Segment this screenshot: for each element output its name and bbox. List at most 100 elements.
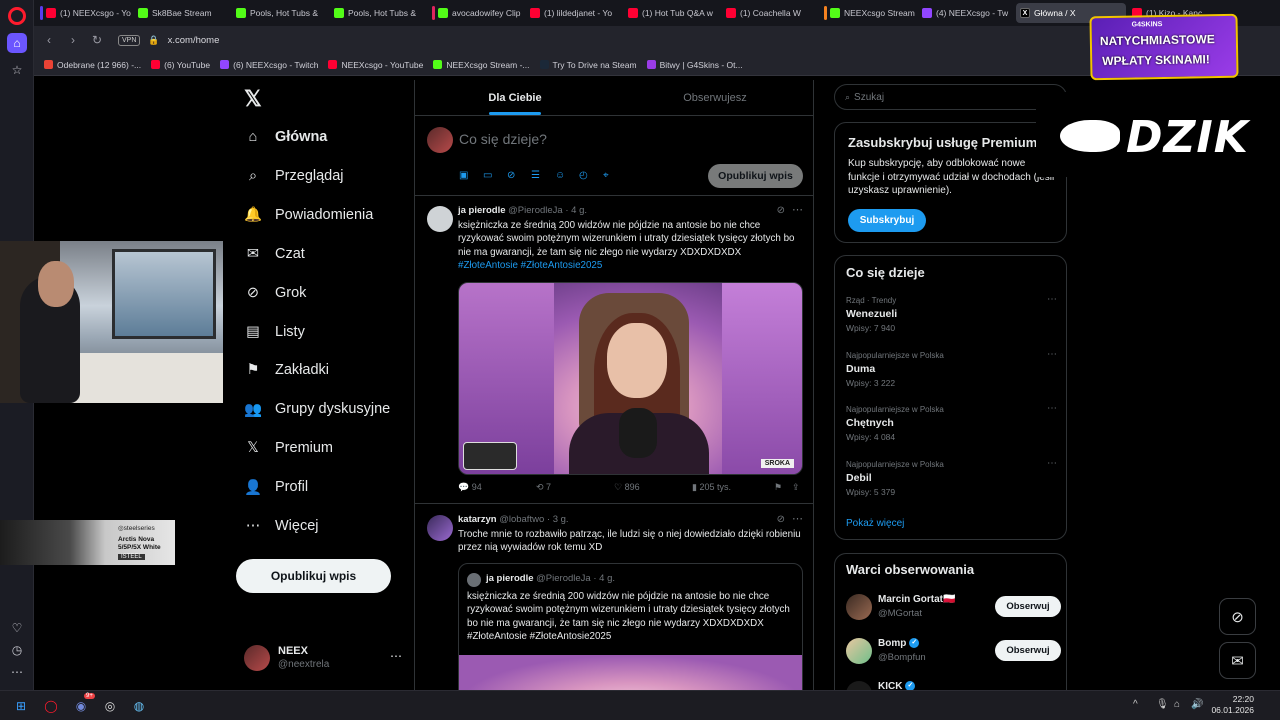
tweet-time[interactable]: 3 g.: [553, 514, 569, 525]
more-dots-icon[interactable]: ⋯: [1047, 294, 1057, 305]
composer-input[interactable]: Co się dzieje?: [459, 131, 547, 147]
heart-icon[interactable]: ♡: [7, 618, 27, 638]
more-dots-icon[interactable]: ⋯: [1047, 458, 1057, 469]
forward-icon[interactable]: ›: [64, 33, 82, 47]
messages-icon[interactable]: ✉: [1219, 642, 1256, 679]
browser-tab[interactable]: Pools, Hot Tubs &: [232, 3, 328, 23]
location-icon[interactable]: ⌖: [603, 170, 627, 181]
grok-icon[interactable]: ⊘: [1219, 598, 1256, 635]
more-dots-icon[interactable]: ⋯: [1047, 349, 1057, 360]
poll-icon[interactable]: ☰: [531, 170, 555, 181]
image-icon[interactable]: ▣: [459, 170, 483, 181]
more-icon[interactable]: ⋯: [7, 662, 27, 682]
nav-item-9[interactable]: 👤 Profil: [244, 475, 308, 499]
bookmark-icon[interactable]: ⚑: [774, 482, 792, 493]
tweet[interactable]: katarzyn @lobaftwo · 3 g. ⊘ ⋯ Troche mni…: [415, 505, 813, 690]
lock-icon[interactable]: 🔒: [148, 35, 159, 46]
account-switcher[interactable]: NEEX @neextrela ⋯: [244, 643, 404, 673]
browser-tab[interactable]: (1) NEEXcsgo - Yo: [36, 3, 132, 23]
schedule-icon[interactable]: ◴: [579, 170, 603, 181]
browser-tab[interactable]: NEEXcsgo Stream: [820, 3, 916, 23]
tweet-time[interactable]: 4 g.: [571, 205, 587, 216]
retweet-button[interactable]: ⟲ 7: [536, 482, 614, 493]
nav-item-5[interactable]: ▤ Listy: [244, 320, 305, 344]
quote-image[interactable]: [459, 655, 802, 690]
bookmark-item[interactable]: (6) YouTube: [151, 60, 210, 70]
bookmark-item[interactable]: NEEXcsgo Stream -...: [433, 60, 530, 70]
reload-icon[interactable]: ↻: [88, 33, 106, 47]
tab-for-you[interactable]: Dla Ciebie: [415, 80, 615, 115]
nav-item-0[interactable]: ⌂ Główna: [244, 125, 328, 149]
quoted-tweet[interactable]: ja pierodle @PierodleJa · 4 g. księżnicz…: [458, 563, 803, 690]
search-input[interactable]: ⌕ Szukaj: [834, 84, 1067, 110]
avatar[interactable]: [846, 594, 872, 620]
show-more-link[interactable]: Pokaż więcej: [846, 518, 904, 529]
browser-tab[interactable]: Pools, Hot Tubs &: [330, 3, 426, 23]
follow-button[interactable]: Obserwuj: [995, 596, 1061, 617]
follow-suggestion[interactable]: Bomp ✓ @Bompfun Obserwuj: [846, 636, 1061, 666]
grok-icon[interactable]: ⊘: [507, 170, 531, 181]
nav-item-6[interactable]: ⚑ Zakładki: [244, 358, 330, 382]
browser-tab[interactable]: (1) Hot Tub Q&A w: [624, 3, 720, 23]
clock[interactable]: 22:20 06.01.2026: [1211, 694, 1254, 716]
author-name[interactable]: ja pierodle: [458, 205, 506, 216]
tweet-image[interactable]: SROKA: [458, 282, 803, 475]
more-dots-icon[interactable]: ⋯: [792, 203, 803, 216]
share-icon[interactable]: ⇪: [792, 482, 800, 493]
hashtags[interactable]: #ZłoteAntosie #ZłoteAntosie2025: [458, 260, 602, 271]
views-button[interactable]: ▮ 205 tys.: [692, 482, 774, 493]
vpn-badge[interactable]: VPN: [118, 34, 141, 46]
back-icon[interactable]: ‹: [40, 33, 58, 47]
author-handle[interactable]: @PierodleJa: [508, 205, 563, 216]
publish-button[interactable]: Opublikuj wpis: [708, 164, 803, 188]
trend-item[interactable]: Najpopularniejsze w Polska Duma Wpisy: 3 2…: [846, 349, 1061, 393]
nav-item-10[interactable]: ⋯ Więcej: [244, 514, 319, 538]
more-dots-icon[interactable]: ⋯: [390, 649, 402, 663]
gif-icon[interactable]: ▭: [483, 170, 507, 181]
subscribe-button[interactable]: Subskrybuj: [848, 209, 926, 232]
nav-item-7[interactable]: 👥 Grupy dyskusyjne: [244, 397, 390, 421]
follow-button[interactable]: Obserwuj: [995, 639, 1061, 661]
grok-icon[interactable]: ⊘: [777, 205, 785, 216]
follow-suggestion[interactable]: Marcin Gortat🇵🇱 @MGortat Obserwuj: [846, 592, 1061, 622]
volume-icon[interactable]: 🔊: [1191, 699, 1203, 710]
avatar[interactable]: [427, 515, 453, 541]
x-logo-icon[interactable]: 𝕏: [244, 86, 262, 112]
steam-icon[interactable]: ◍: [130, 697, 148, 715]
avatar[interactable]: [427, 206, 453, 232]
windows-start-icon[interactable]: ⊞: [12, 697, 30, 715]
history-icon[interactable]: ◷: [7, 640, 27, 660]
wifi-icon[interactable]: ⌂: [1174, 699, 1180, 710]
tab-following[interactable]: Obserwujesz: [615, 80, 813, 115]
author-handle[interactable]: @lobaftwo: [499, 514, 544, 525]
browser-tab[interactable]: (1) lildedjanet - Yo: [526, 3, 622, 23]
browser-tab[interactable]: (1) Coachella W: [722, 3, 818, 23]
nav-item-4[interactable]: ⊘ Grok: [244, 281, 307, 305]
emoji-icon[interactable]: ☺: [555, 170, 579, 181]
browser-tab[interactable]: avocadowifey Clip: [428, 3, 524, 23]
trend-item[interactable]: Rząd · Trendy Wenezueli Wpisy: 7 940 ⋯: [846, 294, 1061, 338]
bookmark-item[interactable]: (6) NEEXcsgo - Twitch: [220, 60, 318, 70]
like-button[interactable]: ♡ 896: [614, 482, 692, 493]
nav-item-2[interactable]: 🔔 Powiadomienia: [244, 203, 373, 227]
opera-logo-icon[interactable]: [8, 7, 26, 25]
bookmark-item[interactable]: Try To Drive na Steam: [539, 60, 637, 70]
reply-button[interactable]: 💬 94: [458, 482, 536, 493]
obs-icon[interactable]: ◎: [101, 697, 119, 715]
nav-item-8[interactable]: 𝕏 Premium: [244, 436, 333, 460]
grok-icon[interactable]: ⊘: [777, 514, 785, 525]
more-dots-icon[interactable]: ⋯: [792, 512, 803, 525]
bookmark-item[interactable]: Odebrane (12 966) -...: [44, 60, 141, 70]
more-dots-icon[interactable]: ⋯: [1047, 403, 1057, 414]
discord-icon[interactable]: ◉: [72, 697, 90, 715]
url-field[interactable]: x.com/home: [168, 35, 220, 46]
browser-tab[interactable]: Sk8Bae Stream: [134, 3, 230, 23]
browser-tab[interactable]: (4) NEEXcsgo - Tw: [918, 3, 1014, 23]
bookmark-item[interactable]: Bitwy | G4Skins - Ot...: [646, 60, 743, 70]
trend-item[interactable]: Najpopularniejsze w Polska Chętnych Wpisy:…: [846, 403, 1061, 447]
author-name[interactable]: katarzyn: [458, 514, 497, 525]
tweet[interactable]: ja pierodle @PierodleJa · 4 g. ⊘ ⋯ księż…: [415, 196, 813, 504]
home-icon[interactable]: ⌂: [7, 33, 27, 53]
nav-item-1[interactable]: ⌕ Przeglądaj: [244, 164, 344, 188]
mic-icon[interactable]: 🎙: [1156, 699, 1169, 710]
